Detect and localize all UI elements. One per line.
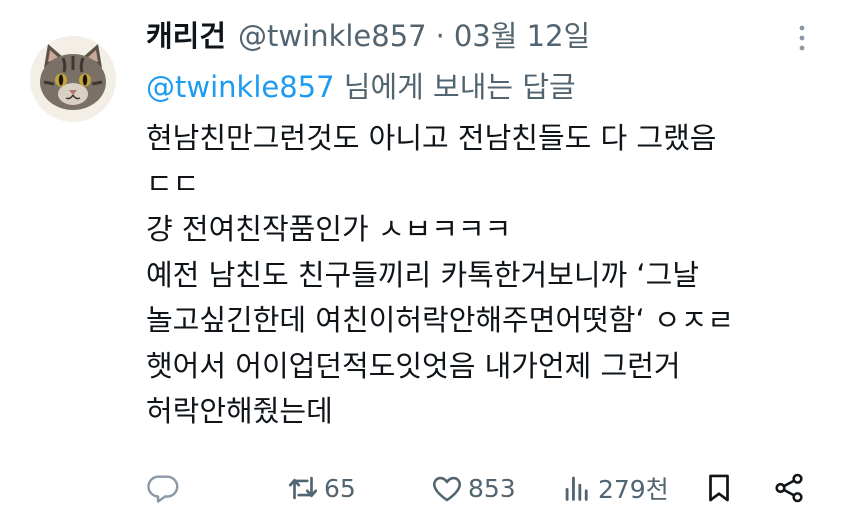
more-vertical-icon <box>799 25 805 51</box>
like-count: 853 <box>468 473 516 503</box>
tweet-text-line: 걍 전여친작품인가 ㅅㅂㅋㅋㅋ <box>146 212 512 246</box>
retweet-icon <box>288 476 318 500</box>
more-options-button[interactable] <box>790 22 814 56</box>
tweet-text-line: 예전 남친도 친구들끼리 카톡한거보니까 ‘그날 <box>146 257 700 292</box>
action-bar: 65 853 279천 <box>146 466 826 510</box>
heart-icon <box>433 476 461 502</box>
avatar[interactable] <box>30 36 116 122</box>
retweet-button[interactable]: 65 <box>286 466 356 510</box>
views-icon <box>565 476 588 501</box>
share-button[interactable] <box>772 466 806 510</box>
retweet-count: 65 <box>324 473 356 503</box>
bookmark-button[interactable] <box>702 466 736 510</box>
author-handle[interactable]: @twinkle857 <box>238 16 427 56</box>
tweet-header: 캐리건 @twinkle857 · 03월 12일 <box>146 16 590 56</box>
tweet-text-line: 햇어서 어이업던적도잇엇음 내가언제 그런거 <box>146 348 681 383</box>
views-button[interactable]: 279천 <box>560 466 669 510</box>
tweet-text-line: 허락안해줬는데 <box>146 394 333 428</box>
tweet-text-line: ㄷㄷ <box>146 166 200 201</box>
tweet-text-line: 놀고싶긴한데 여친이허락안해주면어떳함‘ ㅇㅈㄹ <box>146 303 734 337</box>
reply-mention-link[interactable]: @twinkle857 <box>146 70 335 104</box>
bookmark-icon <box>709 474 729 502</box>
views-count: 279천 <box>598 475 669 504</box>
share-icon <box>775 473 803 503</box>
tweet-body: 현남친만그런것도 아니고 전남친들도 다 그랬음 ㄷㄷ 걍 전여친작품인가 ㅅㅂ… <box>146 116 826 435</box>
reply-icon <box>147 475 179 503</box>
separator-dot: · <box>435 19 445 53</box>
reply-context: @twinkle857 님에게 보내는 답글 <box>146 66 576 108</box>
like-button[interactable]: 853 <box>430 466 516 510</box>
tweet-date[interactable]: 03월 12일 <box>454 16 590 56</box>
author-name[interactable]: 캐리건 <box>146 16 226 56</box>
reply-button[interactable] <box>146 466 184 510</box>
reply-context-text: 님에게 보내는 답글 <box>334 70 576 104</box>
cat-avatar-image <box>30 36 116 122</box>
tweet-text-line: 현남친만그런것도 아니고 전남친들도 다 그랬음 <box>146 121 717 155</box>
